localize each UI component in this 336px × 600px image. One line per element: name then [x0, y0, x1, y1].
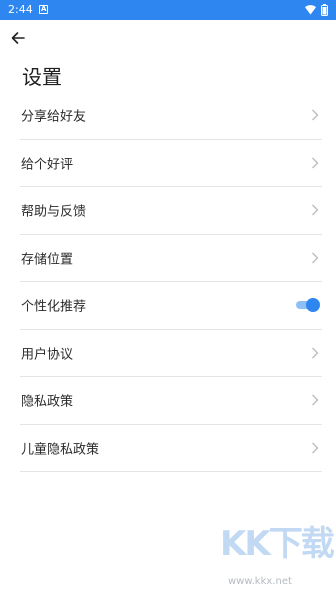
setting-label: 个性化推荐 — [21, 299, 87, 315]
setting-storage-location[interactable]: 存储位置 — [20, 235, 322, 282]
setting-share-to-friends[interactable]: 分享给好友 — [20, 92, 322, 140]
setting-privacy-policy[interactable]: 隐私政策 — [20, 377, 322, 425]
setting-user-agreement[interactable]: 用户协议 — [20, 330, 322, 377]
setting-label: 给个好评 — [21, 157, 74, 173]
setting-rate-app[interactable]: 给个好评 — [20, 140, 322, 187]
back-button[interactable] — [8, 28, 28, 48]
status-indicators — [305, 4, 328, 16]
arrow-left-icon — [11, 32, 25, 44]
battery-icon — [321, 4, 328, 16]
chevron-right-icon — [312, 442, 319, 454]
chevron-right-icon — [312, 347, 319, 359]
chevron-right-icon — [312, 204, 319, 216]
setting-label: 帮助与反馈 — [21, 204, 87, 220]
settings-list: 分享给好友 给个好评 帮助与反馈 存储位置 个性化推荐 用户协议 隐私政策 儿童… — [0, 92, 336, 472]
notification-app-icon: A — [39, 5, 48, 14]
toggle-knob — [306, 298, 320, 313]
chevron-right-icon — [312, 109, 319, 121]
setting-help-feedback[interactable]: 帮助与反馈 — [20, 187, 322, 235]
watermark: KK下载 www.kkx.net — [220, 516, 335, 596]
setting-label: 分享给好友 — [21, 109, 87, 125]
status-bar: 2:44 A — [0, 0, 336, 20]
setting-label: 存储位置 — [21, 252, 74, 268]
watermark-url: www.kkx.net — [228, 576, 292, 587]
setting-label: 用户协议 — [21, 347, 74, 363]
page-title: 设置 — [22, 65, 62, 89]
setting-personalized-recommendation: 个性化推荐 — [20, 282, 322, 330]
chevron-right-icon — [312, 157, 319, 169]
notification-app-icon-letter: A — [41, 5, 47, 13]
setting-label: 儿童隐私政策 — [21, 442, 100, 458]
chevron-right-icon — [312, 252, 319, 264]
settings-screen: 2:44 A 设置 分享给好友 给个好评 帮助与反馈 存储位置 个性化推荐 用户… — [0, 0, 336, 600]
wifi-icon — [305, 5, 316, 15]
setting-children-privacy-policy[interactable]: 儿童隐私政策 — [20, 425, 322, 472]
chevron-right-icon — [312, 394, 319, 406]
status-time: 2:44 — [8, 3, 33, 16]
personalized-recommendation-toggle[interactable] — [296, 298, 320, 313]
watermark-logo: KK下载 — [220, 524, 335, 564]
setting-label: 隐私政策 — [21, 394, 74, 410]
